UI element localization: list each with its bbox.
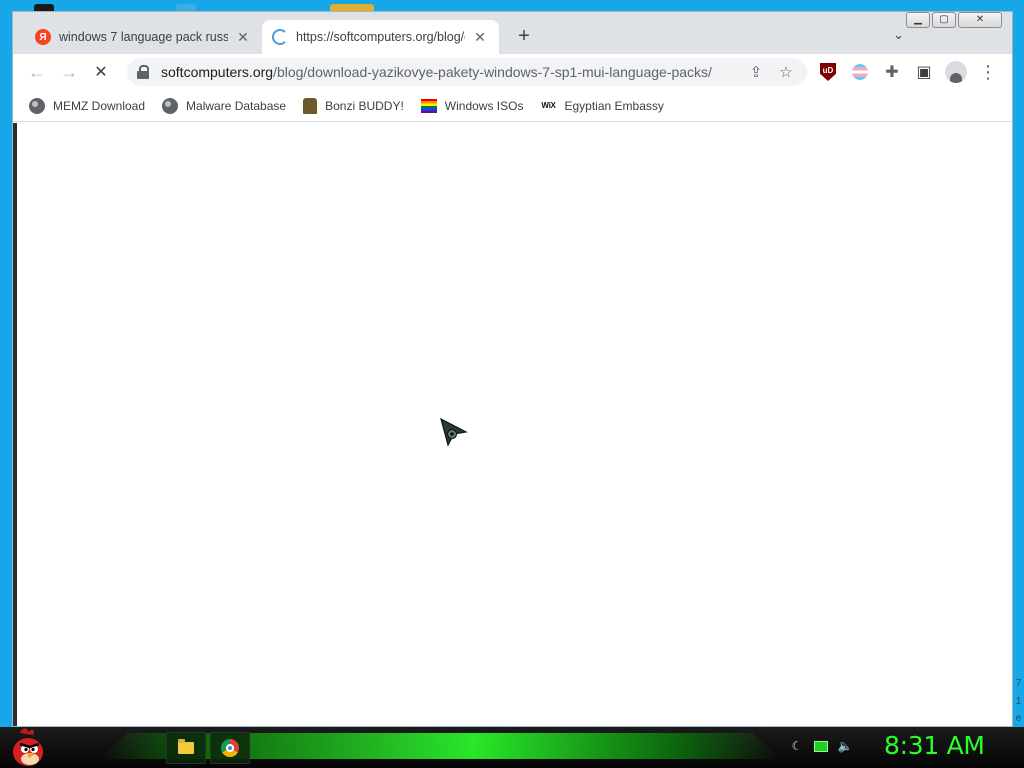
window-frame-edge xyxy=(13,123,17,726)
window-controls: ▁ ▢ ✕ xyxy=(906,12,1002,28)
wix-icon: WiX xyxy=(541,101,556,110)
desktop-edge-text: e xyxy=(1015,713,1022,724)
desktop-edge-text: 1 xyxy=(1015,696,1022,707)
maximize-button[interactable]: ▢ xyxy=(932,12,956,28)
ublock-label: uD xyxy=(820,63,836,81)
bookmark-memz-download[interactable]: MEMZ Download xyxy=(29,97,146,114)
chrome-menu-icon[interactable]: ⋮ xyxy=(977,61,999,83)
taskbar-explorer-button[interactable] xyxy=(166,732,206,764)
extensions-puzzle-icon[interactable]: ✚ xyxy=(881,61,903,83)
moon-icon[interactable]: ☾ xyxy=(790,739,804,753)
bookmark-label: Egyptian Embassy xyxy=(564,98,664,113)
globe-icon xyxy=(162,97,179,114)
bookmark-label: Bonzi BUDDY! xyxy=(325,98,404,113)
page-content-area[interactable] xyxy=(13,123,1012,726)
tab-title: https://softcomputers.org/blog/download-… xyxy=(296,30,465,44)
bookmark-bonzi-buddy[interactable]: Bonzi BUDDY! xyxy=(303,97,404,114)
tab-strip: ▁ ▢ ✕ Я windows 7 language pack russian … xyxy=(13,12,1012,54)
bookmark-label: Windows ISOs xyxy=(444,98,524,113)
taskbar-clock[interactable]: 8:31 AM xyxy=(884,731,1004,760)
chrome-icon xyxy=(221,739,239,757)
avatar xyxy=(945,61,967,83)
bookmark-label: Malware Database xyxy=(186,98,287,113)
bookmark-malware-database[interactable]: Malware Database xyxy=(162,97,287,114)
globe-icon xyxy=(29,97,45,114)
loading-spinner-icon xyxy=(272,29,288,45)
back-button[interactable]: ← xyxy=(25,60,49,84)
taskbar-chrome-button[interactable] xyxy=(210,732,250,764)
yandex-icon: Я xyxy=(35,29,51,45)
url-text[interactable]: softcomputers.org/blog/download-yazikovy… xyxy=(161,64,737,80)
close-tab-icon[interactable]: ✕ xyxy=(234,29,252,46)
ublock-origin-icon[interactable]: uD xyxy=(817,61,839,83)
tab-softcomputers[interactable]: https://softcomputers.org/blog/download-… xyxy=(262,20,499,54)
side-panel-icon[interactable]: ▣ xyxy=(913,61,935,83)
folder-icon xyxy=(178,739,194,754)
network-icon[interactable] xyxy=(814,739,828,753)
tab-yandex-search[interactable]: Я windows 7 language pack russian ✕ xyxy=(25,20,262,54)
lock-icon[interactable] xyxy=(137,65,149,79)
trans-flag-extension-icon[interactable] xyxy=(849,61,871,83)
bookmark-egyptian-embassy[interactable]: WiX Egyptian Embassy xyxy=(540,98,663,114)
url-host: softcomputers.org xyxy=(161,64,274,80)
bonzi-icon xyxy=(303,97,318,114)
bookmark-windows-isos[interactable]: Windows ISOs xyxy=(420,98,524,113)
rainbow-flag-icon xyxy=(420,98,437,113)
system-tray: ☾ 🔈 xyxy=(790,739,853,753)
tab-search-chevron-icon[interactable]: ⌄ xyxy=(893,27,904,43)
bookmarks-bar: MEMZ Download Malware Database Bonzi BUD… xyxy=(13,90,1012,122)
taskbar: ☾ 🔈 8:31 AM xyxy=(0,727,1024,768)
address-bar[interactable]: softcomputers.org/blog/download-yazikovy… xyxy=(127,58,807,86)
stop-loading-button[interactable]: ✕ xyxy=(89,60,113,84)
volume-icon[interactable]: 🔈 xyxy=(838,739,853,753)
tab-title: windows 7 language pack russian xyxy=(59,30,228,44)
close-tab-icon[interactable]: ✕ xyxy=(471,29,489,46)
new-tab-button[interactable]: + xyxy=(513,25,535,47)
minimize-button[interactable]: ▁ xyxy=(906,12,930,28)
desktop-edge-text: 7 xyxy=(1015,678,1022,689)
browser-window: ▁ ▢ ✕ Я windows 7 language pack russian … xyxy=(12,11,1013,727)
bookmark-label: MEMZ Download xyxy=(53,98,146,113)
flag-circle xyxy=(852,64,868,80)
profile-avatar-icon[interactable] xyxy=(945,61,967,83)
close-window-button[interactable]: ✕ xyxy=(958,12,1002,28)
start-button-angry-bird-icon[interactable] xyxy=(8,727,48,768)
url-path: /blog/download-yazikovye-pakety-windows-… xyxy=(273,64,712,80)
bookmark-star-icon[interactable]: ☆ xyxy=(775,61,797,83)
share-icon[interactable]: ⇪ xyxy=(745,61,767,83)
browser-toolbar: ← → ✕ softcomputers.org/blog/download-ya… xyxy=(13,54,1012,90)
cursor-icon xyxy=(440,418,468,447)
forward-button[interactable]: → xyxy=(57,60,81,84)
